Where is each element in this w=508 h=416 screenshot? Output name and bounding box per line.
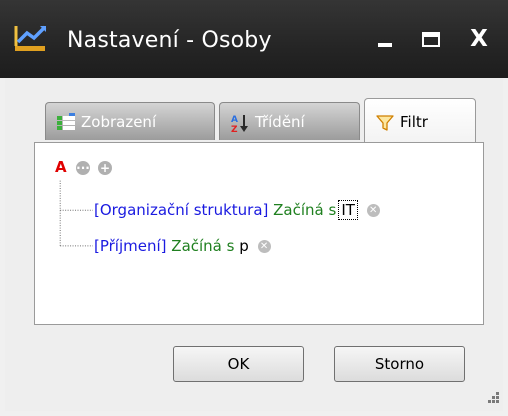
filter-condition-row: [Příjmení] Začíná s p ✕ [94, 237, 271, 255]
condition-operator[interactable]: Začíná s [273, 201, 336, 219]
close-button[interactable]: X [466, 26, 492, 52]
title-bar[interactable]: Nastavení - Osoby X [0, 0, 508, 78]
funnel-icon [376, 115, 394, 131]
add-condition-icon[interactable]: + [98, 161, 112, 175]
condition-field[interactable]: [Organizační struktura] [94, 201, 268, 219]
remove-condition-icon[interactable]: ✕ [366, 204, 380, 217]
root-logical-operator[interactable]: A [55, 158, 67, 176]
svg-text:Z: Z [231, 125, 238, 133]
condition-value[interactable]: p [239, 237, 249, 255]
minimize-button[interactable] [372, 26, 398, 52]
sort-az-icon: A Z [231, 115, 248, 133]
tab-zobrazeni-label: Zobrazení [81, 113, 157, 131]
app-chart-icon [14, 25, 47, 51]
ok-button[interactable]: OK [173, 346, 304, 382]
cancel-button[interactable]: Storno [334, 346, 465, 382]
tab-zobrazeni[interactable]: Zobrazení [45, 102, 215, 140]
grid-view-icon [57, 113, 75, 130]
window-title: Nastavení - Osoby [67, 28, 272, 53]
svg-text:A: A [231, 115, 238, 125]
more-options-icon[interactable]: ··· [76, 161, 90, 175]
condition-operator[interactable]: Začíná s [171, 237, 234, 255]
tab-trideni[interactable]: A Z Třídění [219, 102, 360, 140]
resize-grip-icon[interactable] [483, 388, 501, 406]
dialog-body: Zobrazení A Z Třídění Filtr A ··· + [Org… [5, 78, 503, 411]
tab-trideni-label: Třídění [255, 113, 305, 131]
filter-condition-row: [Organizační struktura] Začíná s IT ✕ [94, 200, 380, 220]
maximize-button[interactable] [418, 26, 444, 52]
remove-condition-icon[interactable]: ✕ [257, 240, 271, 253]
condition-field[interactable]: [Příjmení] [94, 237, 167, 255]
condition-value[interactable]: IT [338, 200, 358, 220]
tab-filtr-label: Filtr [400, 113, 428, 131]
filter-panel: A ··· + [Organizační struktura] Začíná s… [34, 142, 484, 325]
tab-filtr[interactable]: Filtr [364, 98, 476, 142]
